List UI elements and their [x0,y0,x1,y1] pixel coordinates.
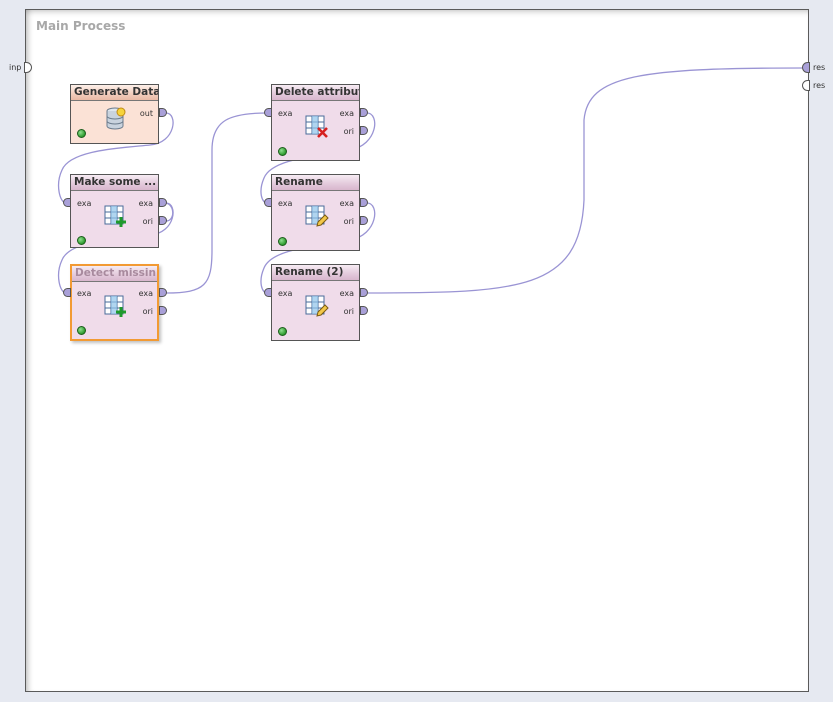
port-label-in: exa [77,199,92,208]
port-label-out-exa: exa [339,199,354,208]
port-label-out: out [139,109,153,118]
port-label-out-ori: ori [343,217,354,226]
rename-2-in-port[interactable] [264,288,272,297]
status-ok-icon [77,326,86,335]
status-ok-icon [278,237,287,246]
port-label-in: exa [278,199,293,208]
operator-rename[interactable]: Rename exa exa ori [271,174,360,251]
operator-make-some[interactable]: Make some ... exa exa ori [70,174,159,248]
rename-in-port[interactable] [264,198,272,207]
port-label-out-ori: ori [343,127,354,136]
operator-rename-2[interactable]: Rename (2) exa exa ori [271,264,360,341]
port-label-in: exa [278,289,293,298]
process-output-port-label-2: res [813,81,826,90]
process-input-port-label: inp [9,63,22,72]
status-ok-icon [278,327,287,336]
operator-generate-data[interactable]: Generate Data out [70,84,159,144]
operator-title: Detect missin... [72,266,157,282]
process-output-port-label-1: res [813,63,826,72]
operator-title: Make some ... [71,175,158,191]
make-some-in-port[interactable] [63,198,71,207]
operator-delete-attributes[interactable]: Delete attribut... exa exa ori [271,84,360,161]
table-add-icon [104,205,126,227]
delete-attributes-in-port[interactable] [264,108,272,117]
process-output-port-1[interactable] [802,62,810,73]
operator-detect-missing[interactable]: Detect missin... exa exa ori [70,264,159,341]
detect-missing-in-port[interactable] [63,288,71,297]
table-edit-icon [305,295,329,317]
port-label-out-exa: exa [138,289,153,298]
process-title: Main Process [36,19,126,33]
port-label-out-exa: exa [339,289,354,298]
port-label-out-ori: ori [142,307,153,316]
port-label-out-ori: ori [142,217,153,226]
port-label-out-exa: exa [339,109,354,118]
table-delete-icon [305,115,328,138]
operator-title: Generate Data [71,85,158,101]
status-ok-icon [77,129,86,138]
table-add-icon [104,295,126,317]
port-label-out-ori: ori [343,307,354,316]
port-label-out-exa: exa [138,199,153,208]
port-label-in: exa [77,289,92,298]
database-icon [106,107,126,130]
table-edit-icon [305,205,329,227]
operator-title: Delete attribut... [272,85,359,101]
operator-title: Rename [272,175,359,191]
operator-title: Rename (2) [272,265,359,281]
port-label-in: exa [278,109,293,118]
status-ok-icon [278,147,287,156]
status-ok-icon [77,236,86,245]
process-output-port-2[interactable] [802,80,810,91]
